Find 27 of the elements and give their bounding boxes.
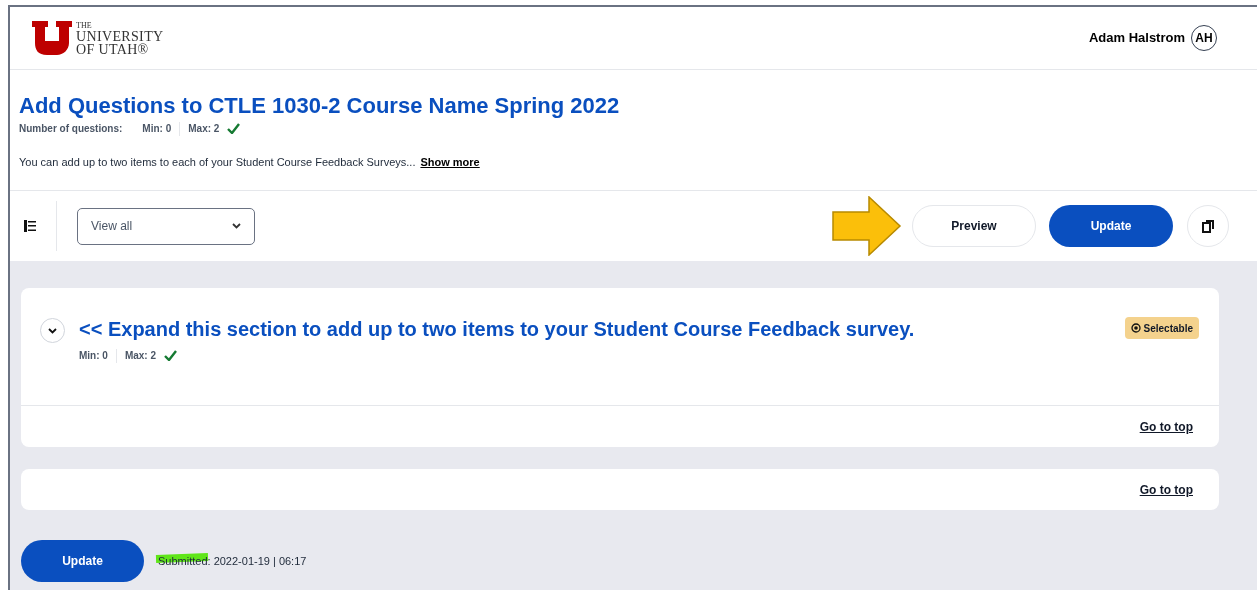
selectable-badge: Selectable <box>1124 317 1199 339</box>
chevron-down-icon <box>232 223 241 229</box>
outline-list-icon[interactable] <box>24 220 36 232</box>
go-to-top-link[interactable]: Go to top <box>1139 417 1193 436</box>
section-title: << Expand this section to add up to two items to your Student Course Feedback survey. <box>79 317 916 342</box>
description-text: You can add up to two items to each of your Student Course Feedback Surveys... <box>19 155 416 170</box>
logo-text: OF UTAH® <box>76 42 150 56</box>
view-filter-dropdown[interactable]: View all <box>77 207 255 245</box>
radio-icon <box>1130 323 1141 333</box>
chevron-down-icon <box>48 327 57 334</box>
logo-icon <box>32 21 72 55</box>
min-count: Min: 0 <box>79 349 108 363</box>
max-count: Max: 2 <box>124 349 156 363</box>
logo-text: UNIVERSITY <box>76 29 164 43</box>
count-label: Number of questions: <box>19 122 123 136</box>
min-count: Min: 0 <box>142 122 172 136</box>
preview-button[interactable]: Preview <box>912 205 1036 247</box>
copy-button[interactable] <box>1187 205 1229 247</box>
update-button[interactable]: Update <box>21 540 144 582</box>
show-more-link[interactable]: Show more <box>420 154 480 171</box>
max-count: Max: 2 <box>188 122 220 136</box>
logo-text: THE <box>76 20 93 30</box>
update-button[interactable]: Update <box>1049 205 1173 247</box>
copy-icon <box>1202 219 1214 233</box>
go-to-top-link[interactable]: Go to top <box>1139 480 1193 499</box>
page-title: Add Questions to CTLE 1030-2 Course Name Spring 2022 <box>19 92 621 120</box>
user-name: Adam Halstrom <box>1088 29 1185 48</box>
